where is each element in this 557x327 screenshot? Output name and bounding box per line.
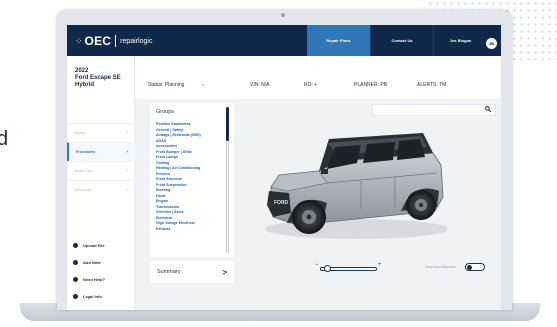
zoom-slider[interactable]: − + [315, 262, 395, 272]
chevron-right-icon: › [126, 130, 128, 136]
search-icon [485, 106, 491, 112]
chevron-right-icon: › [126, 149, 128, 155]
vin-readout: VIN: N/A [250, 82, 270, 88]
toggle-knob [467, 265, 472, 270]
zoom-handle[interactable] [323, 265, 331, 272]
chevron-right-icon: > [222, 267, 227, 277]
app-screen: ⁘ OEC repairlogic Repair Plans Contact U… [67, 25, 501, 310]
help-icon [73, 277, 78, 282]
user-name: Joe Blogan [449, 38, 472, 43]
group-item[interactable]: Heating | Air Conditioning [156, 166, 201, 172]
groups-scrollbar-thumb[interactable] [226, 107, 229, 141]
legal-info-link[interactable]: Legal Info [73, 294, 102, 299]
add-note-label: Add Note [83, 260, 101, 265]
brand-name: OEC [84, 34, 112, 48]
webcam-icon [281, 13, 285, 17]
status-value: Status: Planning [148, 82, 185, 88]
chevron-down-icon: ∨ [201, 82, 205, 87]
oec-logo[interactable]: ⁘ OEC repairlogic [75, 34, 152, 48]
info-icon [73, 294, 78, 299]
summary-label: Summary [157, 269, 181, 275]
sidebar-item-workspace[interactable]: Workspace › [67, 180, 135, 199]
nav-repair-plans[interactable]: Repair Plans [307, 25, 370, 56]
sidebar-item-label: Vehicle [74, 131, 86, 135]
groups-card: Groups Position Statements General | Safe… [150, 103, 234, 257]
vehicle-model: Ford Escape SE [75, 75, 121, 81]
alerts-readout[interactable]: ALERTS: TM [417, 82, 446, 88]
sidebar-item-label: Repair Plan [74, 169, 93, 173]
chevron-right-icon: › [126, 168, 128, 174]
groups-list: Position Statements General | Safety Airba… [156, 122, 201, 232]
upload-icon [73, 243, 78, 248]
avatar[interactable]: JB [486, 38, 497, 49]
need-help-link[interactable]: Need Help? [73, 277, 105, 282]
top-navigation-bar: ⁘ OEC repairlogic Repair Plans Contact U… [67, 25, 501, 56]
inner-structure-toggle[interactable] [465, 263, 485, 271]
group-item[interactable]: Exhaust [156, 227, 201, 233]
nav-contact-us[interactable]: Contact Us [370, 25, 433, 56]
sidebar-item-repair-plan[interactable]: Repair Plan › [67, 161, 135, 180]
oec-logo-icon: ⁘ [75, 35, 83, 46]
marketing-stage: d ⁘ OEC repairlogic Repair Plans Contact… [0, 0, 557, 327]
need-help-label: Need Help? [83, 277, 106, 282]
sidebar-item-label: Workspace [74, 188, 92, 192]
add-note-link[interactable]: Add Note [73, 260, 101, 265]
planner-readout: PLANNER: PB [354, 82, 388, 88]
status-dropdown[interactable]: Status: Planning ∨ [148, 82, 205, 88]
brand-subname: repairlogic [120, 37, 153, 45]
chevron-right-icon: › [126, 187, 128, 193]
groups-title: Groups [156, 109, 175, 115]
logo-divider [115, 35, 117, 47]
group-item[interactable]: Airbags | Restraints (SRS) [156, 133, 201, 139]
sidebar-item-label: Procedures [76, 150, 96, 154]
ro-readout[interactable]: RO: + [304, 82, 317, 88]
vehicle-3d-model[interactable]: FORD [257, 125, 447, 245]
search-input[interactable] [372, 104, 496, 116]
note-icon [73, 260, 78, 265]
vehicle-title: 2022 Ford Escape SE Hybrid [75, 68, 121, 89]
laptop-bezel: ⁘ OEC repairlogic Repair Plans Contact U… [57, 10, 512, 310]
upload-file-label: Upload File [83, 243, 105, 248]
sidebar-item-procedures[interactable]: Procedures › [67, 142, 135, 161]
sidebar: 2022 Ford Escape SE Hybrid Vehicle › Pro… [67, 56, 135, 310]
group-item[interactable]: High Voltage Electrical [156, 221, 201, 227]
summary-button[interactable]: Summary > [150, 261, 234, 283]
grille-badge: FORD [274, 200, 289, 206]
inner-structure-label: View Inner Structure [425, 265, 456, 269]
cropped-heading-text: d [0, 128, 9, 150]
upload-file-link[interactable]: Upload File [73, 243, 105, 248]
vehicle-year: 2022 [75, 68, 89, 74]
sidebar-item-vehicle[interactable]: Vehicle › [67, 123, 135, 142]
zoom-in-icon[interactable]: + [378, 262, 382, 268]
zoom-out-icon[interactable]: − [315, 262, 319, 268]
legal-info-label: Legal Info [83, 294, 102, 299]
vehicle-trim: Hybrid [75, 82, 95, 88]
